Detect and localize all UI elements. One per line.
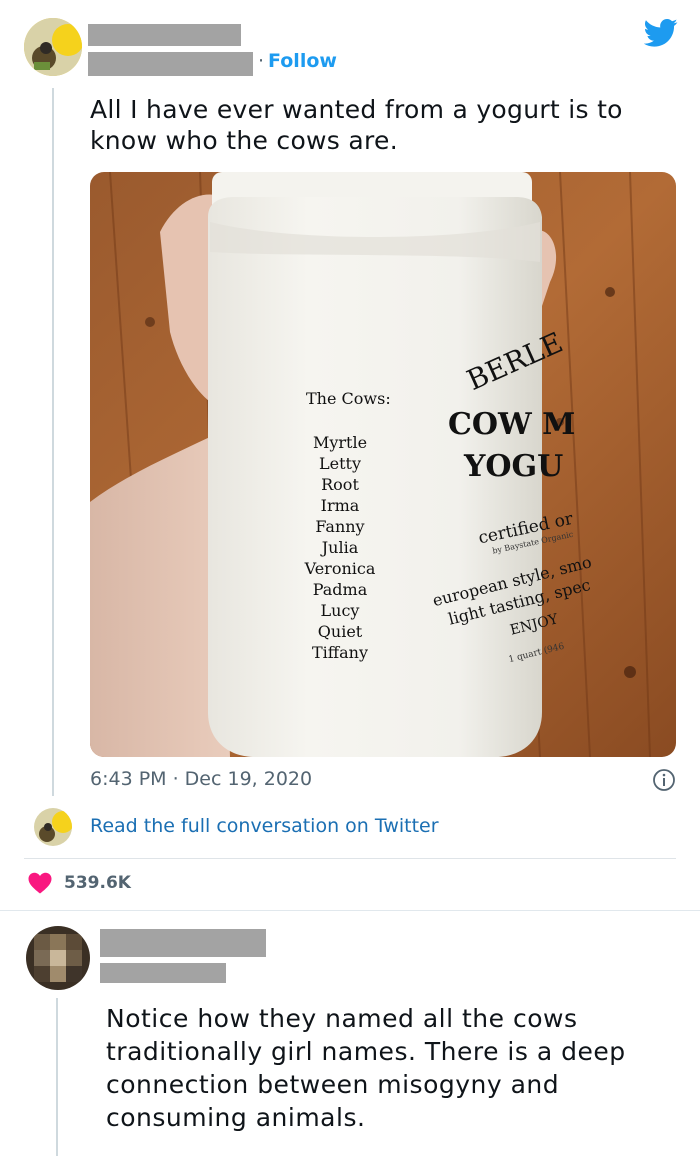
tweet-card: · Follow All I have ever wanted from a yo… [0, 0, 700, 911]
separator-dot: · [258, 50, 265, 72]
product-line-1: COW M [448, 407, 575, 442]
cow-name: Veronica [304, 559, 376, 578]
like-count: 539.6K [64, 873, 131, 893]
like-button[interactable]: 539.6K [28, 872, 131, 894]
reply-avatar-image [26, 926, 90, 990]
cow-name: Tiffany [312, 643, 368, 662]
cow-name: Julia [320, 538, 359, 557]
thread-connector [52, 88, 54, 796]
author-avatar[interactable] [24, 18, 82, 76]
cow-name: Myrtle [313, 433, 367, 452]
reply-avatar[interactable] [26, 926, 90, 990]
tweet-timestamp[interactable]: 6:43 PM · Dec 19, 2020 [90, 768, 312, 790]
tweet-photo[interactable]: The Cows: Myrtle Letty Root Irma Fanny Julia V… [90, 172, 676, 757]
cow-name: Root [321, 475, 359, 494]
tweet-text: All I have ever wanted from a yogurt is … [90, 95, 623, 155]
info-icon[interactable] [652, 768, 676, 792]
redacted-display-name [88, 24, 241, 46]
twitter-bird-icon[interactable] [644, 18, 678, 48]
heart-icon [28, 872, 52, 894]
reply-redacted-handle [100, 963, 226, 983]
small-avatar-image [34, 808, 72, 846]
cow-name: Quiet [318, 622, 363, 641]
read-conversation-link[interactable]: Read the full conversation on Twitter [90, 815, 439, 837]
cow-name: Irma [321, 496, 360, 515]
product-line-2: YOGU [463, 449, 563, 484]
reply-thread-connector [56, 998, 58, 1156]
avatar-image [24, 18, 82, 76]
follow-link[interactable]: · Follow [258, 50, 337, 72]
cow-name: Letty [319, 454, 361, 473]
cow-name: Padma [313, 580, 368, 599]
redacted-handle [88, 52, 253, 76]
reply-redacted-display-name [100, 929, 266, 957]
divider [24, 858, 676, 859]
cow-name: Lucy [321, 601, 360, 620]
yogurt-jar-photo: The Cows: Myrtle Letty Root Irma Fanny Julia V… [90, 172, 676, 757]
small-author-avatar [34, 808, 72, 846]
cow-name: Fanny [315, 517, 364, 536]
reply-text: Notice how they named all the cows tradi… [106, 1004, 626, 1132]
label-heading: The Cows: [306, 389, 391, 408]
follow-label: Follow [268, 50, 337, 72]
